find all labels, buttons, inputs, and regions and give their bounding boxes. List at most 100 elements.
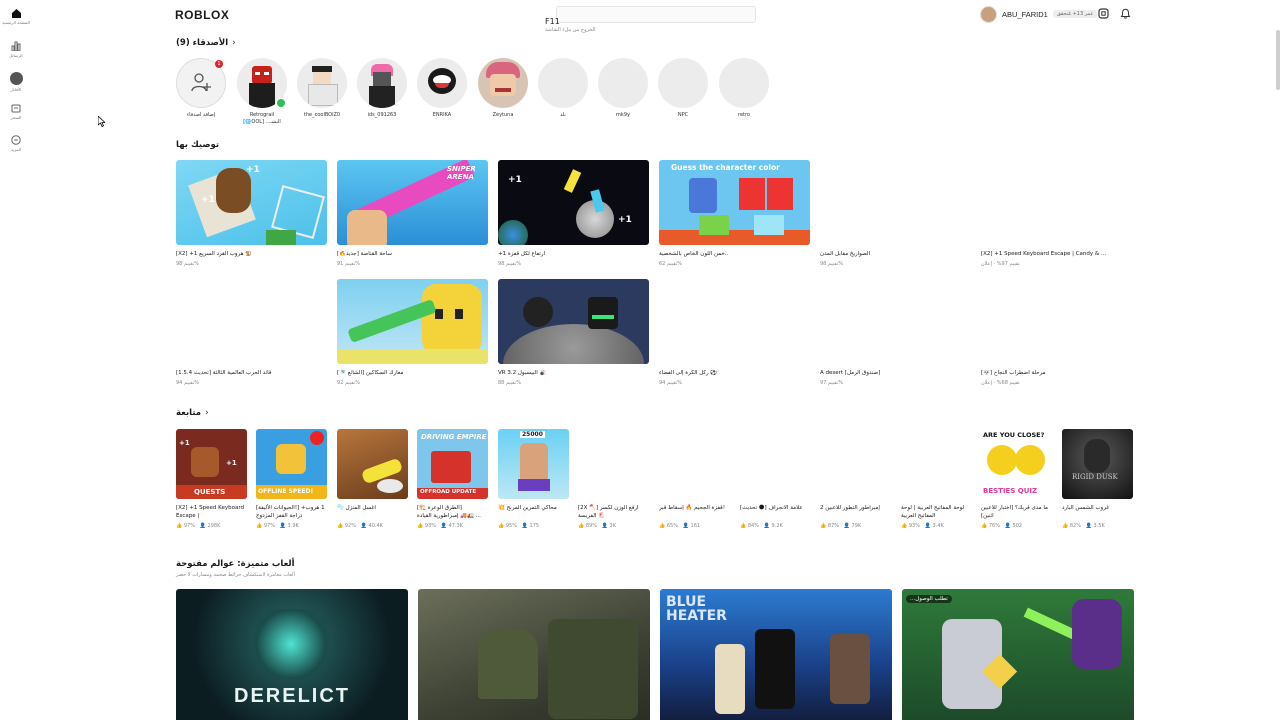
roblox-logo[interactable]: ROBLOX (175, 8, 229, 22)
game-title[interactable]: A desert [صندوق الرمل] (820, 370, 971, 378)
game-thumbnail[interactable] (820, 160, 971, 245)
game-tile[interactable]: +1 +1 [X2] +1 هروب القرد السريع 🐒 تقييم … (176, 160, 327, 267)
game-tile[interactable]: [🚿 الشائع] معارك السكاكين تقييم 92% (337, 279, 488, 386)
game-title[interactable]: [🏗️ الطرق الوعرة] إمبراطورية القيادة 🚚🚛 … (417, 504, 488, 520)
game-title[interactable]: +1 ارتفاع لكل قفزة (498, 251, 649, 259)
friends-section-title[interactable]: الأصدقاء (9) › (176, 38, 236, 48)
continue-game-tile[interactable]: إمبراطور التطور للاعبين 2 👍 87% 👤 79K (820, 429, 891, 529)
game-title[interactable]: [X2] +1 هروب القرد السريع 🐒 (176, 251, 327, 259)
game-thumbnail[interactable] (337, 279, 488, 364)
game-thumbnail[interactable] (659, 279, 810, 364)
game-tile[interactable]: [تحديث 1.5.4] قائد الحرب العالمية الثالث… (176, 279, 327, 386)
game-title[interactable]: إمبراطور التطور للاعبين 2 (820, 504, 891, 520)
friend-tile[interactable]: mk9y (597, 58, 649, 119)
game-tile[interactable]: Guess the character color خمن اللون الخا… (659, 160, 810, 267)
game-thumbnail[interactable]: +1 +1 QUESTS (176, 429, 247, 499)
game-thumbnail[interactable]: DRIVING EMPIRE OFFROAD UPDATE (417, 429, 488, 499)
game-thumbnail[interactable]: Guess the character color (659, 160, 810, 245)
game-thumbnail[interactable] (498, 279, 649, 364)
continue-section-title[interactable]: متابعة › (176, 408, 209, 418)
nav-more[interactable]: المزيد (0, 135, 32, 152)
continue-game-tile[interactable]: 25000 💥 محاكي التمرين المربح 👍 95% 👤 175 (498, 429, 569, 529)
friend-avatar[interactable] (719, 58, 769, 108)
game-thumbnail[interactable]: +1 +1 (176, 160, 327, 245)
nav-marketplace[interactable]: المتجر (0, 104, 32, 120)
game-thumbnail[interactable]: OFFLINE SPEED! (256, 429, 327, 499)
friend-avatar[interactable] (658, 58, 708, 108)
notification-bell-icon[interactable] (1120, 8, 1131, 19)
game-thumbnail[interactable]: +1 +1 (498, 160, 649, 245)
continue-game-tile[interactable]: DRIVING EMPIRE OFFROAD UPDATE [🏗️ الطرق … (417, 429, 488, 529)
friend-tile[interactable]: بلد (537, 58, 589, 119)
game-title[interactable]: 💥 محاكي التمرين المربح (498, 504, 569, 520)
game-thumbnail[interactable]: RIGID DUSK (1062, 429, 1133, 499)
continue-game-tile[interactable]: +1 +1 QUESTS [X2] +1 Speed Keyboard Esca… (176, 429, 247, 529)
game-tile[interactable]: SNIPER ARENA [🔥جديد] ساحة القناصة تقييم … (337, 160, 488, 267)
continue-game-tile[interactable]: قفزة الجحيم 🔥 إسقاط قبر! 👍 65% 👤 161 (659, 429, 730, 529)
game-title[interactable]: الصواريخ مقابل المدن (820, 251, 971, 259)
friend-tile[interactable]: Retrograil [🌐OOL] ...النشـ (236, 58, 288, 126)
friend-avatar[interactable] (598, 58, 648, 108)
game-thumbnail[interactable] (740, 429, 811, 499)
search-bar[interactable] (556, 6, 756, 23)
friends-title[interactable]: الأصدقاء (9) (176, 38, 228, 48)
game-thumbnail[interactable] (820, 279, 971, 364)
friend-avatar[interactable] (417, 58, 467, 108)
continue-game-tile[interactable]: لوحة المفاتيح العربية | لوحة المفاتيح ال… (901, 429, 972, 529)
friend-avatar[interactable] (357, 58, 407, 108)
continue-game-tile[interactable]: 🫧 اغسل المنزل 👍 92% 👤 40.4K (337, 429, 408, 529)
friend-tile[interactable]: retro (718, 58, 770, 119)
featured-game-tile[interactable] (418, 589, 650, 720)
friend-tile[interactable]: ids_091263 (356, 58, 408, 119)
game-title[interactable]: ما مدى قربك؟ [اختبار للاعبين اثنين] (981, 504, 1052, 520)
game-title[interactable]: [الحيوانات الأليفة!] +1 هروب دراجة القفز… (256, 504, 327, 520)
friend-tile[interactable]: NPC (657, 58, 709, 119)
featured-game-tile[interactable]: BLUE HEATER (660, 589, 892, 720)
continue-game-tile[interactable]: [2X 🪓] ارفع الوزن لكسر الفريسة 🐔 👍 89% 👤… (578, 429, 649, 529)
game-title[interactable]: غروب الشمس البارد (1062, 504, 1133, 520)
featured-game-tile[interactable]: DERELICT (176, 589, 408, 720)
game-title[interactable]: 🫧 اغسل المنزل (337, 504, 408, 520)
game-title[interactable]: VR البيسبول 3.2 🎳 (498, 370, 649, 378)
game-tile[interactable]: الصواريخ مقابل المدن تقييم 98% (820, 160, 971, 267)
game-tile[interactable]: VR البيسبول 3.2 🎳 تقييم 88% (498, 279, 649, 386)
game-thumbnail[interactable] (981, 279, 1132, 364)
game-thumbnail[interactable]: ARE YOU CLOSE? BESTIES QUIZ (981, 429, 1052, 499)
robux-icon[interactable] (1098, 8, 1109, 19)
friend-avatar[interactable] (538, 58, 588, 108)
continue-title[interactable]: متابعة (176, 408, 201, 418)
user-profile[interactable]: ABU_FARID1 عمر 13+ مُتحقق (980, 5, 1098, 23)
game-title[interactable]: [X2] +1 Speed Keyboard Escape | Candy & … (981, 251, 1132, 259)
game-thumbnail[interactable]: 25000 (498, 429, 569, 499)
game-thumbnail[interactable] (981, 160, 1132, 245)
friend-avatar[interactable] (297, 58, 347, 108)
game-title[interactable]: لوحة المفاتيح العربية | لوحة المفاتيح ال… (901, 504, 972, 520)
game-thumbnail[interactable] (337, 429, 408, 499)
continue-game-tile[interactable]: [تحديث 🌑] علامة الانجراف 👍 84% 👤 9.2K (740, 429, 811, 529)
continue-game-tile[interactable]: ARE YOU CLOSE? BESTIES QUIZ ما مدى قربك؟… (981, 429, 1052, 529)
game-thumbnail[interactable] (578, 429, 649, 499)
game-title[interactable]: [🚿 الشائع] معارك السكاكين (337, 370, 488, 378)
game-title[interactable]: ركل الكرة إلى الفضاء ⚽ (659, 370, 810, 378)
game-title[interactable]: [تحديث 1.5.4] قائد الحرب العالمية الثالث… (176, 370, 327, 378)
continue-game-tile[interactable]: RIGID DUSK غروب الشمس البارد 👍 82% 👤 3.5… (1062, 429, 1133, 529)
game-title[interactable]: [2X 🪓] ارفع الوزن لكسر الفريسة 🐔 (578, 504, 649, 520)
game-title[interactable]: خمن اللون الخاص بالشخصية.. (659, 251, 810, 259)
game-title[interactable]: قفزة الجحيم 🔥 إسقاط قبر! (659, 504, 730, 520)
game-thumbnail[interactable] (820, 429, 891, 499)
game-title[interactable]: [💀] مرحلة اضطراب النجاح (981, 370, 1132, 378)
friend-avatar[interactable] (478, 58, 528, 108)
game-thumbnail[interactable] (659, 429, 730, 499)
friend-tile[interactable]: ENRIKA (416, 58, 468, 119)
game-tile[interactable]: A desert [صندوق الرمل] تقييم 97% (820, 279, 971, 386)
nav-avatar[interactable]: الأفاتار (0, 72, 32, 92)
nav-charts[interactable]: الرسائل (0, 41, 32, 58)
game-tile[interactable]: [X2] +1 Speed Keyboard Escape | Candy & … (981, 160, 1132, 267)
game-thumbnail[interactable] (901, 429, 972, 499)
friend-tile[interactable]: the_coolBOiZ0 (296, 58, 348, 119)
game-thumbnail[interactable] (176, 279, 327, 364)
username[interactable]: ABU_FARID1 (1002, 10, 1048, 19)
user-avatar[interactable] (980, 5, 997, 23)
game-tile[interactable]: [💀] مرحلة اضطراب النجاح تقييم 68% · إعلا… (981, 279, 1132, 386)
game-tile[interactable]: +1 +1 +1 ارتفاع لكل قفزة تقييم 98% (498, 160, 649, 267)
